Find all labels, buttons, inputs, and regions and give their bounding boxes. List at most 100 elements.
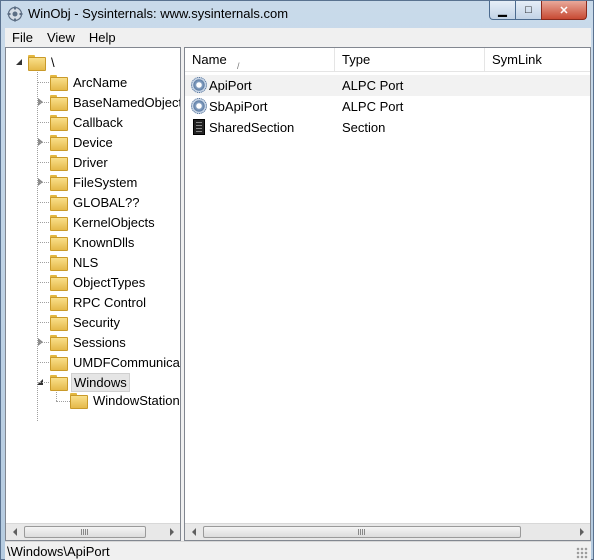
scroll-left-button[interactable] xyxy=(185,524,202,540)
column-header-label: SymLink xyxy=(492,52,542,67)
tree-item-label: \ xyxy=(51,54,55,70)
folder-icon xyxy=(50,255,68,271)
tree-connector-line xyxy=(37,362,49,363)
folder-icon xyxy=(50,295,68,311)
tree-item-driver[interactable]: Driver xyxy=(50,152,110,172)
menu-help[interactable]: Help xyxy=(82,28,123,47)
tree-item-windows[interactable]: Windows xyxy=(37,372,130,392)
menu-view[interactable]: View xyxy=(40,28,82,47)
tree-item-umdfcommunicationports[interactable]: UMDFCommunicationPorts xyxy=(50,352,180,372)
menu-bar: File View Help xyxy=(5,28,591,47)
window-title: WinObj - Sysinternals: www.sysinternals.… xyxy=(28,6,289,21)
list-horizontal-scrollbar[interactable] xyxy=(185,523,590,540)
tree-item-global[interactable]: GLOBAL?? xyxy=(50,192,142,212)
tree-item-windowstations[interactable]: WindowStations xyxy=(70,390,181,410)
tree-connector-line xyxy=(37,142,49,143)
tree-item-nls[interactable]: NLS xyxy=(50,252,100,272)
tree-item-label: BaseNamedObjects xyxy=(73,94,181,110)
scroll-left-icon xyxy=(191,528,196,536)
tree-connector-line xyxy=(37,82,49,83)
tree-connector-line xyxy=(37,68,38,421)
scroll-left-icon xyxy=(12,528,17,536)
menu-file[interactable]: File xyxy=(5,28,40,47)
tree-item-label: NLS xyxy=(73,254,99,270)
column-header-name[interactable]: Name / xyxy=(185,48,335,72)
client-area: \ ArcName BaseNamedObjects Callback Device D… xyxy=(5,47,591,541)
tree-item-label: Security xyxy=(73,314,120,330)
tree-item-sessions[interactable]: Sessions xyxy=(38,332,128,352)
minimize-button[interactable]: ▁ xyxy=(489,1,516,20)
folder-icon xyxy=(50,75,68,91)
tree-item-label: KernelObjects xyxy=(73,214,155,230)
tree-connector-line xyxy=(37,322,49,323)
tree-item-label: WindowStations xyxy=(93,392,181,408)
tree-item-label: KnownDlls xyxy=(73,234,135,250)
folder-icon xyxy=(50,115,68,131)
column-header-symlink[interactable]: SymLink xyxy=(485,48,590,72)
column-header-label: Name xyxy=(192,52,227,67)
tree-connector-line xyxy=(37,342,49,343)
object-list[interactable]: Name / Type SymLink ApiPort ALPC Port Sb… xyxy=(184,47,591,541)
row-type: ALPC Port xyxy=(342,99,404,114)
tree-item-callback[interactable]: Callback xyxy=(50,112,125,132)
scroll-thumb[interactable] xyxy=(203,526,521,538)
tree-connector-line xyxy=(37,382,49,383)
status-path: \Windows\ApiPort xyxy=(7,544,110,559)
folder-icon xyxy=(50,155,68,171)
row-name: SbApiPort xyxy=(209,99,268,114)
scroll-right-button[interactable] xyxy=(573,524,590,540)
row-name: SharedSection xyxy=(209,120,295,135)
tree-item-label: Device xyxy=(73,134,113,150)
maximize-button[interactable]: □ xyxy=(515,1,542,20)
folder-icon xyxy=(50,315,68,331)
tree-item-label: ArcName xyxy=(73,74,128,90)
alpc-port-icon xyxy=(191,98,207,114)
close-button[interactable]: ✕ xyxy=(541,1,587,20)
scroll-thumb[interactable] xyxy=(24,526,146,538)
maximize-icon: □ xyxy=(525,4,532,16)
scroll-right-button[interactable] xyxy=(163,524,180,540)
tree-connector-line xyxy=(56,401,70,402)
tree-item-objecttypes[interactable]: ObjectTypes xyxy=(50,272,147,292)
object-tree[interactable]: \ ArcName BaseNamedObjects Callback Device D… xyxy=(5,47,181,541)
list-row[interactable]: SharedSection Section xyxy=(185,117,590,138)
row-type: Section xyxy=(342,120,386,135)
tree-item-root[interactable]: \ xyxy=(16,52,57,72)
column-header-label: Type xyxy=(342,52,371,67)
app-window: WinObj - Sysinternals: www.sysinternals.… xyxy=(0,0,594,560)
tree-item-device[interactable]: Device xyxy=(38,132,115,152)
tree-item-basenamedobjects[interactable]: BaseNamedObjects xyxy=(38,92,181,112)
winobj-app-icon[interactable] xyxy=(7,6,23,22)
size-grip-icon[interactable] xyxy=(576,547,588,559)
close-icon: ✕ xyxy=(559,4,569,17)
tree-connector-line xyxy=(37,282,49,283)
tree-connector-line xyxy=(37,122,49,123)
folder-icon xyxy=(28,55,46,71)
tree-item-label: ObjectTypes xyxy=(73,274,146,290)
tree-item-rpc-control[interactable]: RPC Control xyxy=(50,292,148,312)
folder-icon xyxy=(50,215,68,231)
tree-item-filesystem[interactable]: FileSystem xyxy=(38,172,139,192)
tree-horizontal-scrollbar[interactable] xyxy=(6,523,180,540)
grip-icon xyxy=(358,529,366,535)
row-type: ALPC Port xyxy=(342,78,404,93)
tree-item-label: Callback xyxy=(73,114,123,130)
list-row[interactable]: SbApiPort ALPC Port xyxy=(185,96,590,117)
folder-icon xyxy=(50,375,68,391)
list-row[interactable]: ApiPort ALPC Port xyxy=(185,75,590,96)
folder-icon xyxy=(50,235,68,251)
tree-connector-line xyxy=(37,302,49,303)
tree-item-kernelobjects[interactable]: KernelObjects xyxy=(50,212,157,232)
tree-item-knowndlls[interactable]: KnownDlls xyxy=(50,232,136,252)
column-header-type[interactable]: Type xyxy=(335,48,485,72)
tree-connector-line xyxy=(37,102,49,103)
tree-item-security[interactable]: Security xyxy=(50,312,122,332)
tree-connector-line xyxy=(37,162,49,163)
title-bar[interactable]: WinObj - Sysinternals: www.sysinternals.… xyxy=(1,1,593,27)
folder-icon xyxy=(50,355,68,371)
grip-icon xyxy=(81,529,89,535)
scroll-left-button[interactable] xyxy=(6,524,23,540)
tree-item-arcname[interactable]: ArcName xyxy=(50,72,129,92)
folder-icon xyxy=(50,335,68,351)
expanded-arrow-icon[interactable] xyxy=(16,59,22,65)
